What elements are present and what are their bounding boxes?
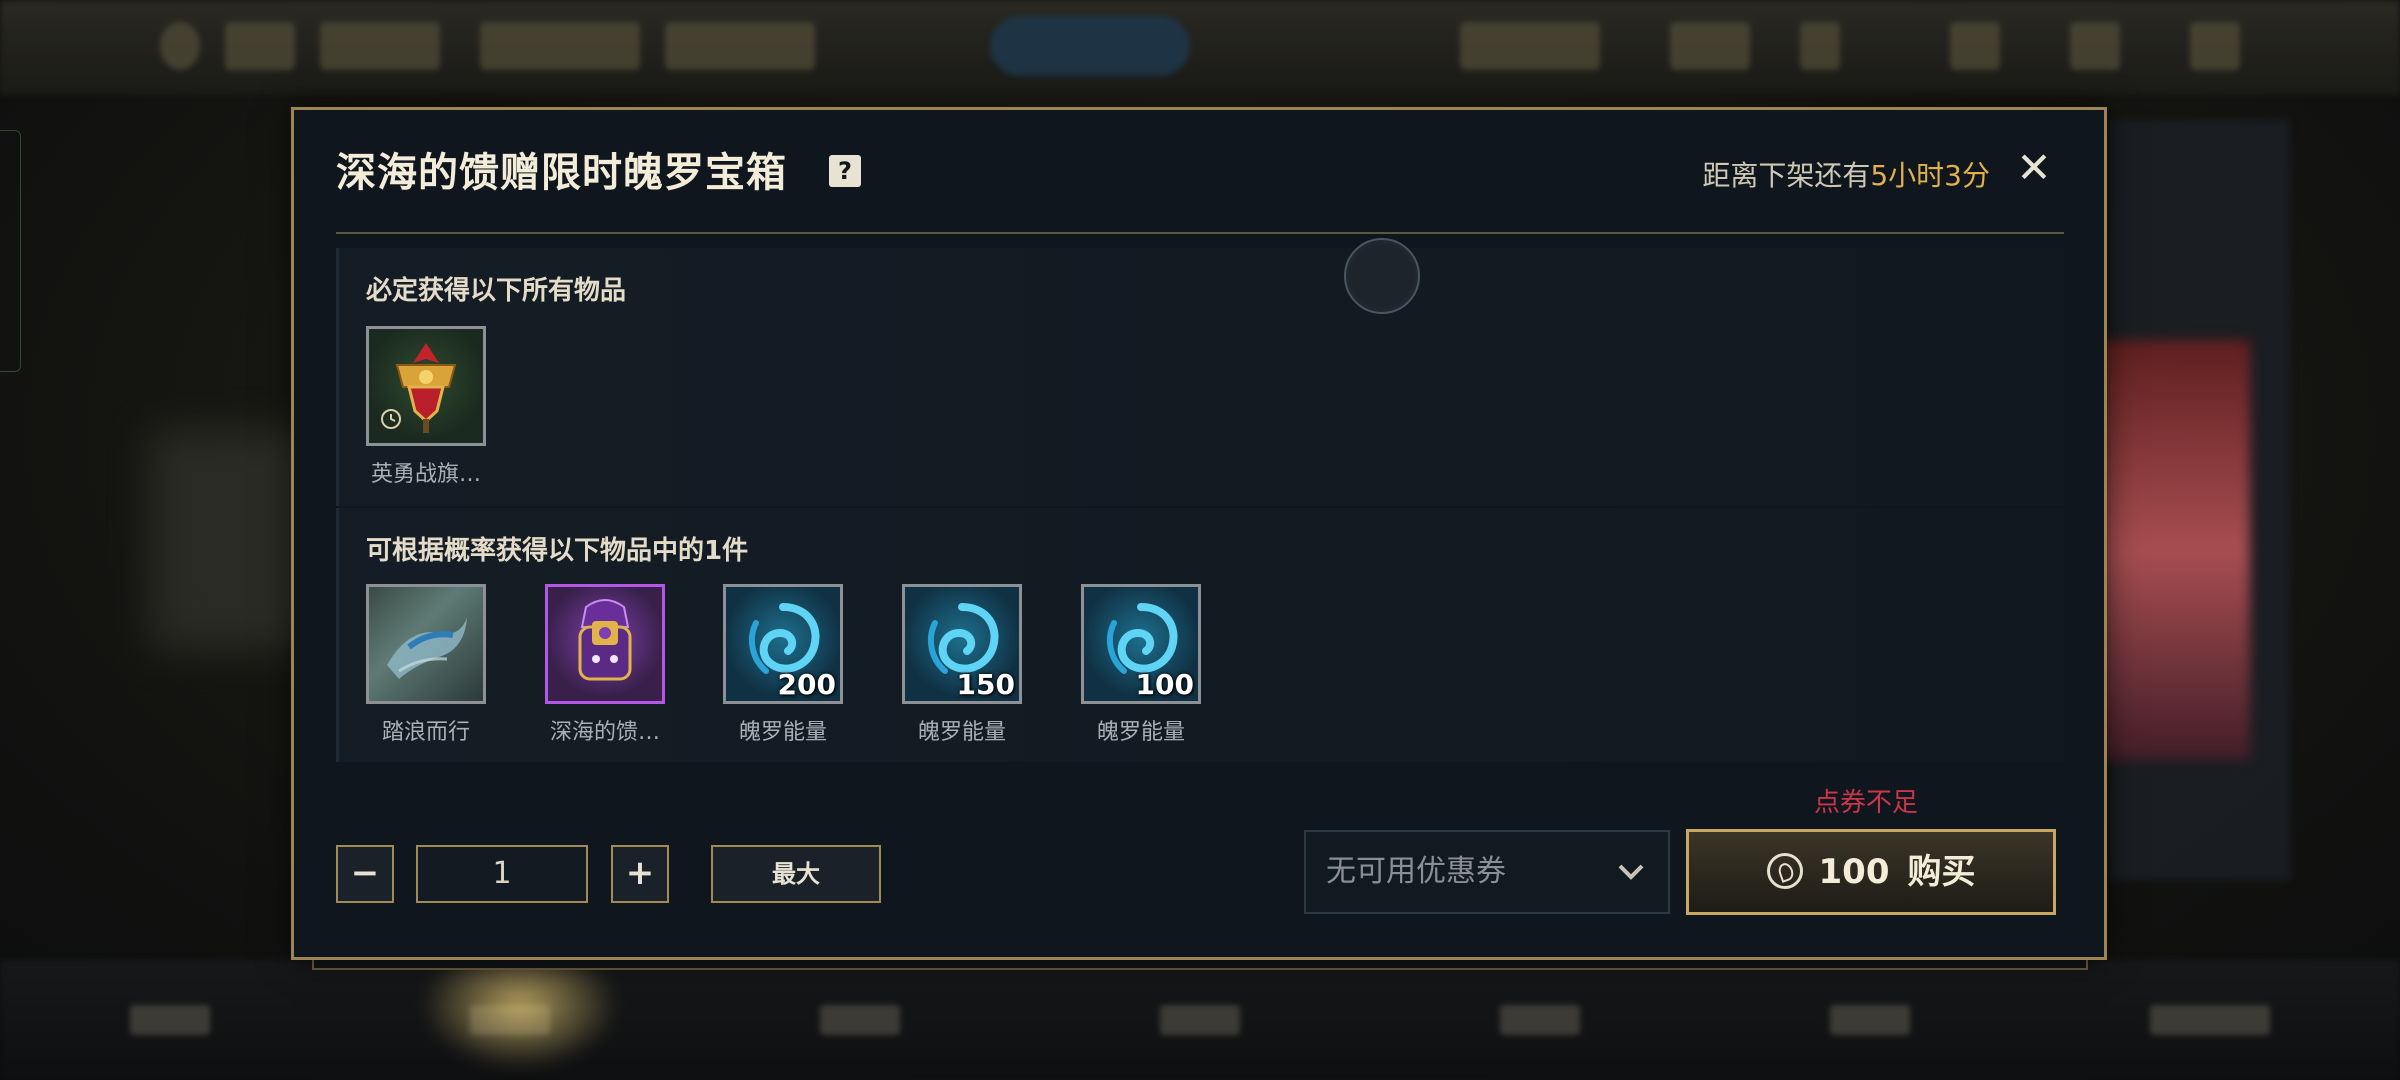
- item-quantity: 100: [1135, 668, 1194, 701]
- buy-price: 100: [1818, 852, 1890, 892]
- background-mode-toggle: [990, 16, 1190, 76]
- max-quantity-button[interactable]: 最大: [711, 845, 881, 903]
- background-right-card: [2100, 340, 2250, 760]
- chevron-down-icon: [1616, 832, 1646, 943]
- currency-coin-icon: [1766, 852, 1803, 889]
- quantity-input[interactable]: 1: [416, 845, 588, 903]
- guaranteed-items-section: 必定获得以下所有物品 英勇战旗…: [336, 248, 2064, 506]
- timer-prefix: 距离下架还有: [1702, 159, 1871, 192]
- reward-item-label: 魄罗能量: [1096, 720, 1185, 745]
- reward-item-label: 踏浪而行: [381, 720, 470, 745]
- random-section-title: 可根据概率获得以下物品中的1件: [366, 536, 749, 566]
- coupon-select[interactable]: 无可用优惠券: [1304, 830, 1670, 914]
- remaining-time: 距离下架还有5小时3分: [1702, 154, 1990, 194]
- random-items-section: 可根据概率获得以下物品中的1件 踏浪而行 深海的馈… 200 魄罗能量 150 …: [336, 508, 2064, 762]
- reward-item[interactable]: 200 魄罗能量: [723, 584, 843, 746]
- buy-button[interactable]: 100 购买: [1686, 829, 2056, 915]
- decrease-quantity-button[interactable]: −: [336, 845, 394, 903]
- title-divider: [336, 232, 2064, 234]
- increase-quantity-button[interactable]: +: [611, 845, 669, 903]
- reward-item[interactable]: 英勇战旗…: [366, 326, 486, 488]
- dialog-title: 深海的馈赠限时魄罗宝箱: [336, 150, 787, 196]
- loading-spinner: [1344, 238, 1420, 314]
- reward-item-label: 魄罗能量: [738, 720, 827, 745]
- chest-purchase-dialog: 深海的馈赠限时魄罗宝箱 ? 距离下架还有5小时3分 ✕ 必定获得以下所有物品 英…: [291, 107, 2107, 960]
- flag-banner-icon: [366, 326, 486, 446]
- background-bottom-nav: [0, 960, 2400, 1080]
- reward-item[interactable]: 踏浪而行: [366, 584, 486, 746]
- poro-energy-icon: 200: [723, 584, 843, 704]
- item-quantity: 200: [777, 668, 836, 701]
- reward-item-label: 英勇战旗…: [370, 462, 481, 487]
- reward-item[interactable]: 深海的馈…: [545, 584, 665, 746]
- reward-item-label: 魄罗能量: [917, 720, 1006, 745]
- help-icon[interactable]: ?: [829, 155, 861, 187]
- reward-item[interactable]: 150 魄罗能量: [902, 584, 1022, 746]
- poro-energy-icon: 150: [902, 584, 1022, 704]
- item-quantity: 150: [956, 668, 1015, 701]
- buy-label: 购买: [1907, 852, 1976, 892]
- reward-item-label: 深海的馈…: [549, 720, 660, 745]
- close-icon[interactable]: ✕: [2010, 144, 2058, 192]
- wave-skin-icon: [366, 584, 486, 704]
- epic-chest-icon: [545, 584, 665, 704]
- poro-energy-icon: 100: [1081, 584, 1201, 704]
- background-side-panel: [0, 130, 21, 372]
- guaranteed-section-title: 必定获得以下所有物品: [366, 276, 627, 306]
- insufficient-funds-warning: 点券不足: [1814, 788, 1919, 818]
- coupon-select-value: 无可用优惠券: [1326, 854, 1506, 889]
- timer-value: 5小时3分: [1870, 159, 1990, 192]
- reward-item[interactable]: 100 魄罗能量: [1081, 584, 1201, 746]
- background-top-bar: [0, 0, 2400, 95]
